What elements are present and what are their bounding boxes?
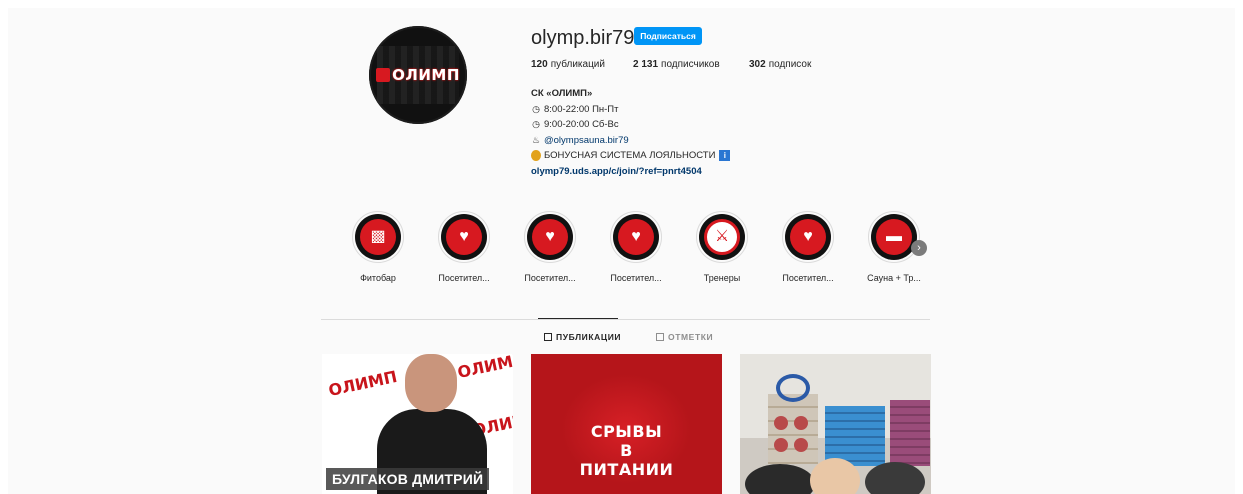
followers-label: подписчиков bbox=[661, 59, 720, 70]
heart-pulse-icon: ♥ bbox=[532, 219, 568, 255]
gym-ring bbox=[776, 374, 810, 402]
profile-stats: 120 публикаций 2 131 подписчиков 302 под… bbox=[531, 59, 811, 70]
profile-username: olymp.bir79 bbox=[531, 27, 635, 49]
posts-count: 120 bbox=[531, 59, 548, 70]
highlight-ring: ♥ bbox=[524, 211, 576, 263]
highlight-cover: ♥ bbox=[613, 214, 659, 260]
avatar-logo-text: ОЛИМП bbox=[392, 66, 460, 84]
bio-hours-weekend: ◷ 9:00-20:00 Сб-Вс bbox=[531, 117, 831, 133]
heart-pulse-icon: ♥ bbox=[618, 219, 654, 255]
step-platforms bbox=[890, 400, 930, 466]
info-icon: i bbox=[719, 150, 731, 162]
person-photo bbox=[865, 462, 925, 494]
money-bag-icon bbox=[531, 150, 541, 162]
highlight-ring: ▩ bbox=[352, 211, 404, 263]
post-thumbnail-2[interactable]: СРЫВЫ В ПИТАНИИ bbox=[531, 354, 722, 494]
highlight-label: Посетител... bbox=[610, 273, 662, 283]
bio-sauna: ♨ @olympsauna.bir79 bbox=[531, 133, 831, 149]
profile-avatar[interactable]: ОЛИМП bbox=[369, 26, 467, 124]
olymp-logo-mark-icon bbox=[376, 68, 391, 82]
post-thumbnail-1[interactable]: ОЛИМП ОЛИМП ОЛИМП БУЛГАКОВ ДМИТРИЙ bbox=[322, 354, 513, 494]
heart-pulse-icon: ♥ bbox=[446, 219, 482, 255]
bio-hours2-text: 9:00-20:00 Сб-Вс bbox=[544, 119, 619, 130]
dumbbell-icon: ▬ bbox=[876, 219, 912, 255]
highlight-cover: ♥ bbox=[527, 214, 573, 260]
following-label: подписок bbox=[768, 59, 812, 70]
medicine-ball bbox=[774, 438, 788, 452]
heart-pulse-icon: ♥ bbox=[790, 219, 826, 255]
post-caption: БУЛГАКОВ ДМИТРИЙ bbox=[326, 468, 490, 490]
highlight-cover: ♥ bbox=[785, 214, 831, 260]
highlight-label: Тренеры bbox=[703, 273, 741, 283]
medicine-ball bbox=[794, 438, 808, 452]
highlight-cover: ▩ bbox=[355, 214, 401, 260]
highlight-label: Посетител... bbox=[438, 273, 490, 283]
tag-icon bbox=[656, 333, 664, 341]
following-count-stat[interactable]: 302 подписок bbox=[749, 59, 811, 70]
bio-external-link[interactable]: olymp79.uds.app/c/join/?ref=pnrt4504 bbox=[531, 164, 702, 180]
followers-count: 2 131 bbox=[633, 59, 659, 70]
tab-publications[interactable]: ПУБЛИКАЦИИ bbox=[544, 332, 621, 342]
tab-tagged[interactable]: ОТМЕТКИ bbox=[656, 332, 713, 342]
highlight-visitors-2[interactable]: ♥ Посетител... bbox=[510, 211, 590, 283]
highlight-label: Сауна + Тр... bbox=[867, 273, 921, 283]
highlight-visitors-4[interactable]: ♥ Посетител... bbox=[768, 211, 848, 283]
bio-name: СК «ОЛИМП» bbox=[531, 88, 593, 99]
highlight-label: Фитобар bbox=[360, 273, 396, 283]
followers-count-stat[interactable]: 2 131 подписчиков bbox=[633, 59, 749, 70]
gym-shelf bbox=[768, 394, 818, 464]
medicine-ball bbox=[794, 416, 808, 430]
highlight-cover: ♥ bbox=[441, 214, 487, 260]
posts-label: публикаций bbox=[550, 59, 605, 70]
highlight-label: Посетител... bbox=[524, 273, 576, 283]
clock-icon: ◷ bbox=[532, 119, 540, 129]
highlight-ring: ⚔ bbox=[696, 211, 748, 263]
jar-icon: ▩ bbox=[360, 219, 396, 255]
chevron-right-icon[interactable]: › bbox=[911, 240, 927, 256]
post-thumbnail-3[interactable] bbox=[740, 354, 931, 494]
highlight-cover: ⚔ bbox=[699, 214, 745, 260]
trainers-icon: ⚔ bbox=[704, 219, 740, 255]
post-title-line1: СРЫВЫ bbox=[590, 422, 663, 441]
highlight-ring: ♥ bbox=[438, 211, 490, 263]
person-head bbox=[405, 354, 457, 412]
bio-bonus-text: БОНУСНАЯ СИСТЕМА ЛОЯЛЬНОСТИ bbox=[544, 150, 716, 161]
highlight-visitors-3[interactable]: ♥ Посетител... bbox=[596, 211, 676, 283]
profile-bio: СК «ОЛИМП» ◷ 8:00-22:00 Пн-Пт ◷ 9:00-20:… bbox=[531, 86, 831, 179]
post-title: СРЫВЫ В ПИТАНИИ bbox=[531, 422, 722, 479]
bathtub-icon: ♨ bbox=[531, 134, 541, 145]
bio-bonus: БОНУСНАЯ СИСТЕМА ЛОЯЛЬНОСТИ i bbox=[531, 148, 831, 164]
post-title-line2: В bbox=[620, 441, 633, 460]
bio-link-row: olymp79.uds.app/c/join/?ref=pnrt4504 bbox=[531, 164, 831, 180]
posts-count-stat: 120 публикаций bbox=[531, 59, 633, 70]
clock-icon: ◷ bbox=[532, 103, 540, 114]
bio-hours-weekdays: ◷ 8:00-22:00 Пн-Пт bbox=[531, 102, 831, 118]
bio-hours1-text: 8:00-22:00 Пн-Пт bbox=[544, 103, 619, 115]
highlight-ring: ▬ bbox=[868, 211, 920, 263]
highlight-trainers[interactable]: ⚔ Тренеры bbox=[682, 211, 762, 283]
tab-publications-label: ПУБЛИКАЦИИ bbox=[556, 332, 622, 342]
tab-tagged-label: ОТМЕТКИ bbox=[668, 332, 714, 342]
sauna-mention-link[interactable]: @olympsauna.bir79 bbox=[544, 133, 629, 149]
highlight-label: Посетител... bbox=[782, 273, 834, 283]
highlight-visitors-1[interactable]: ♥ Посетител... bbox=[424, 211, 504, 283]
tabs-divider bbox=[321, 319, 930, 320]
grid-icon bbox=[544, 333, 552, 341]
medicine-ball bbox=[774, 416, 788, 430]
highlight-ring: ♥ bbox=[610, 211, 662, 263]
step-platforms bbox=[825, 406, 885, 466]
highlight-cover: ▬ bbox=[871, 214, 917, 260]
highlight-fitobar[interactable]: ▩ Фитобар bbox=[338, 211, 418, 283]
follow-button[interactable]: Подписаться bbox=[634, 27, 702, 45]
following-count: 302 bbox=[749, 59, 766, 70]
post-title-line3: ПИТАНИИ bbox=[579, 460, 674, 479]
active-tab-indicator bbox=[538, 318, 618, 319]
olymp-logo: ОЛИМП bbox=[376, 66, 460, 84]
highlight-ring: ♥ bbox=[782, 211, 834, 263]
